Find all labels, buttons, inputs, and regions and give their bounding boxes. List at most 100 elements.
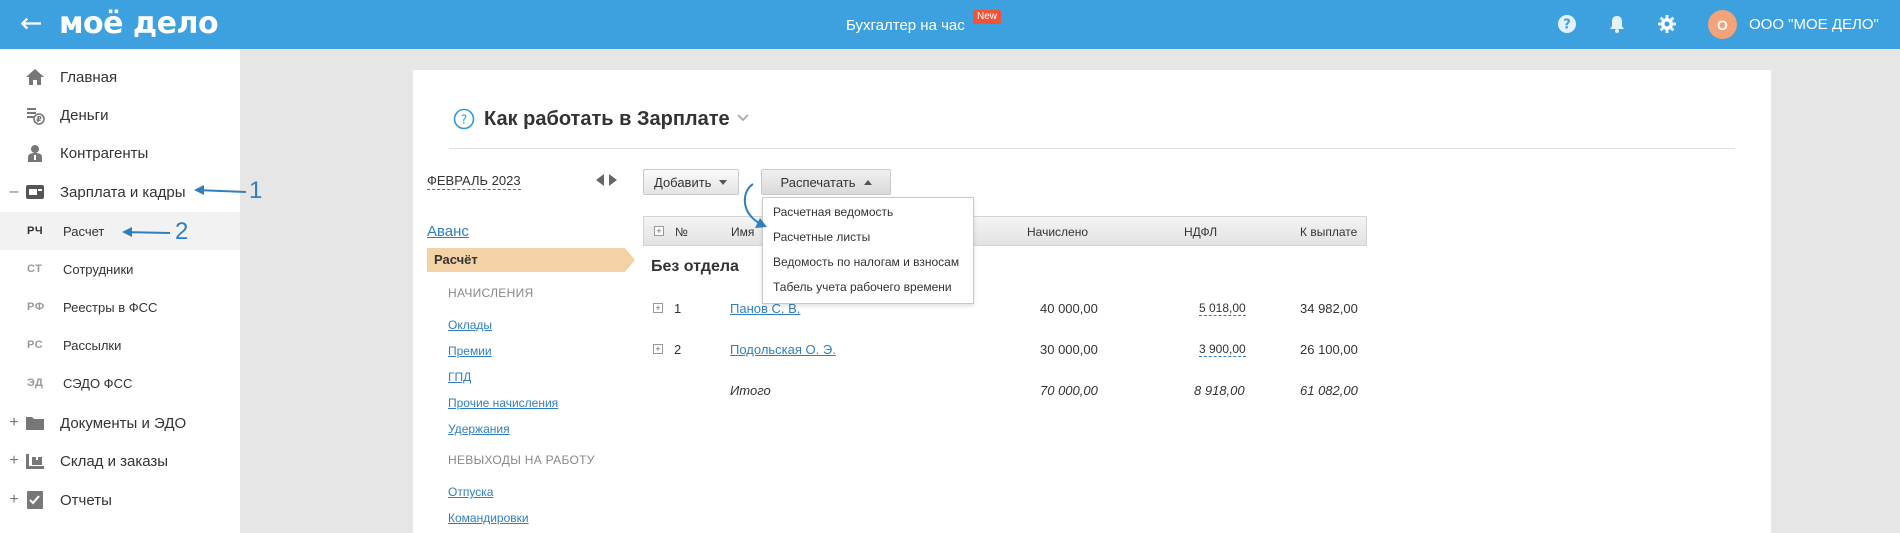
link-salaries[interactable]: Оклады xyxy=(448,318,492,332)
link-bonuses[interactable]: Премии xyxy=(448,344,492,358)
next-month-icon[interactable] xyxy=(609,174,617,186)
month-selector[interactable]: ФЕВРАЛЬ 2023 xyxy=(427,173,521,190)
expand-row-icon[interactable]: + xyxy=(653,303,663,313)
annotation-arrow-1 xyxy=(194,185,247,195)
row-accrued: 40 000,00 xyxy=(1040,301,1098,316)
sidebar-subitem-label: Сотрудники xyxy=(63,261,134,277)
annotation-arrow-2 xyxy=(122,227,171,237)
folder-icon xyxy=(24,412,46,434)
caret-up-icon xyxy=(863,179,872,185)
header-accrued[interactable]: Начислено xyxy=(1027,225,1088,239)
chevron-down-icon[interactable] xyxy=(736,110,750,126)
link-gpd[interactable]: ГПД xyxy=(448,370,471,384)
sidebar-item-label: Деньги xyxy=(60,106,109,124)
expand-row-icon[interactable]: + xyxy=(653,344,663,354)
gear-icon[interactable] xyxy=(1656,13,1678,35)
link-deductions[interactable]: Удержания xyxy=(448,422,510,436)
sidebar-item-label: Главная xyxy=(60,68,118,86)
menu-item-payslips[interactable]: Расчетные листы xyxy=(773,230,870,244)
table-row: + 2 Подольская О. Э. 30 000,00 3 900,00 … xyxy=(643,339,1367,361)
annotation-number-2: 2 xyxy=(175,218,189,245)
svg-text:?: ? xyxy=(1563,18,1571,33)
avatar[interactable]: О xyxy=(1708,10,1737,39)
sidebar-item-documents[interactable]: + Документы и ЭДО xyxy=(0,404,240,442)
sidebar-subitem-abbr: ЭД xyxy=(27,377,44,389)
print-dropdown-menu: Расчетная ведомость Расчетные листы Ведо… xyxy=(762,197,974,304)
sidebar-subitem-label: Расчет xyxy=(63,223,105,239)
top-bar: ← моё дело Бухгалтер на час New ? О ООО … xyxy=(0,0,1900,49)
annotation-number-1: 1 xyxy=(249,177,263,204)
collapse-toggle[interactable]: – xyxy=(9,183,19,201)
app-root: ← моё дело Бухгалтер на час New ? О ООО … xyxy=(0,0,1900,533)
sidebar-subitem-mailings[interactable]: РС Рассылки xyxy=(0,326,240,364)
home-icon xyxy=(24,66,46,88)
sidebar-subitem-abbr: СТ xyxy=(27,263,43,275)
sidebar-subitem-abbr: РС xyxy=(27,339,44,351)
sidebar-subitem-label: СЭДО ФСС xyxy=(63,375,133,391)
sidebar-subitem-sedo[interactable]: ЭД СЭДО ФСС xyxy=(0,364,240,402)
warehouse-icon xyxy=(24,450,46,472)
sidebar-item-warehouse[interactable]: + Склад и заказы xyxy=(0,442,240,480)
row-num: 2 xyxy=(674,342,682,357)
sidebar-item-reports[interactable]: + Отчеты xyxy=(0,481,240,519)
sidebar-subitem-label: Реестры в ФСС xyxy=(63,299,158,315)
header-ndfl[interactable]: НДФЛ xyxy=(1184,225,1217,239)
help-circle-icon[interactable]: ? xyxy=(453,108,475,135)
sidebar-subitem-abbr: РФ xyxy=(27,301,45,313)
sidebar-item-label: Зарплата и кадры xyxy=(60,183,186,201)
accountant-link[interactable]: Бухгалтер на час xyxy=(846,17,965,35)
employee-link[interactable]: Подольская О. Э. xyxy=(730,342,836,357)
menu-item-payroll-statement[interactable]: Расчетная ведомость xyxy=(773,205,893,219)
sidebar-item-home[interactable]: Главная xyxy=(0,58,240,96)
svg-text:₽: ₽ xyxy=(36,115,42,124)
sidebar-subitem-fss-registers[interactable]: РФ Реестры в ФСС xyxy=(0,288,240,326)
company-name[interactable]: ООО "МОЕ ДЕЛО" xyxy=(1749,16,1879,34)
salary-icon xyxy=(24,181,46,203)
sidebar-item-label: Склад и заказы xyxy=(60,452,169,470)
menu-item-tax-statement[interactable]: Ведомость по налогам и взносам xyxy=(773,255,959,269)
help-icon[interactable]: ? xyxy=(1556,13,1578,35)
link-vacations[interactable]: Отпуска xyxy=(448,485,493,499)
page-title: Как работать в Зарплате xyxy=(484,108,730,130)
row-ndfl[interactable]: 3 900,00 xyxy=(1199,342,1246,357)
print-button-label: Распечатать xyxy=(780,174,856,190)
header-num: № xyxy=(675,225,688,239)
sidebar-subitem-employees[interactable]: СТ Сотрудники xyxy=(0,250,240,288)
expand-all-icon[interactable]: + xyxy=(654,226,664,236)
raschet-tab-label: Расчёт xyxy=(434,252,478,267)
section-heading-absences: НЕВЫХОДЫ НА РАБОТУ xyxy=(448,453,595,467)
expand-toggle[interactable]: + xyxy=(9,414,19,432)
link-other-accruals[interactable]: Прочие начисления xyxy=(448,396,558,410)
new-badge: New xyxy=(973,10,1002,24)
bell-icon[interactable] xyxy=(1606,13,1628,35)
total-ndfl: 8 918,00 xyxy=(1194,383,1245,398)
avans-link[interactable]: Аванс xyxy=(427,223,469,240)
row-num: 1 xyxy=(674,301,682,316)
total-label: Итого xyxy=(730,383,771,398)
menu-item-timesheet[interactable]: Табель учета рабочего времени xyxy=(773,280,952,294)
row-payout: 26 100,00 xyxy=(1300,342,1358,357)
group-title: Без отдела xyxy=(651,258,739,275)
raschet-tab[interactable]: Расчёт xyxy=(427,248,635,272)
divider xyxy=(449,148,1735,149)
header-payout[interactable]: К выплате xyxy=(1300,225,1357,239)
expand-toggle[interactable]: + xyxy=(9,452,19,470)
add-button[interactable]: Добавить xyxy=(643,169,739,195)
expand-toggle[interactable]: + xyxy=(9,491,19,509)
total-row: Итого 70 000,00 8 918,00 61 082,00 xyxy=(643,380,1367,402)
add-button-label: Добавить xyxy=(654,174,712,190)
link-business-trips[interactable]: Командировки xyxy=(448,511,529,525)
sidebar-item-money[interactable]: ₽ Деньги xyxy=(0,96,240,134)
arrow-left-icon[interactable]: ← xyxy=(20,9,43,39)
table-row: + 1 Панов С. В. 40 000,00 5 018,00 34 98… xyxy=(643,298,1367,320)
logo[interactable]: моё дело xyxy=(59,6,219,42)
prev-month-icon[interactable] xyxy=(596,174,604,186)
row-ndfl[interactable]: 5 018,00 xyxy=(1199,301,1246,316)
sidebar-item-contractors[interactable]: Контрагенты xyxy=(0,134,240,172)
reports-icon xyxy=(24,489,46,511)
caret-down-icon xyxy=(719,179,728,185)
annotation-curved-arrow xyxy=(743,183,767,228)
total-payout: 61 082,00 xyxy=(1300,383,1358,398)
money-icon: ₽ xyxy=(24,104,46,126)
section-heading-accruals: НАЧИСЛЕНИЯ xyxy=(448,286,534,300)
